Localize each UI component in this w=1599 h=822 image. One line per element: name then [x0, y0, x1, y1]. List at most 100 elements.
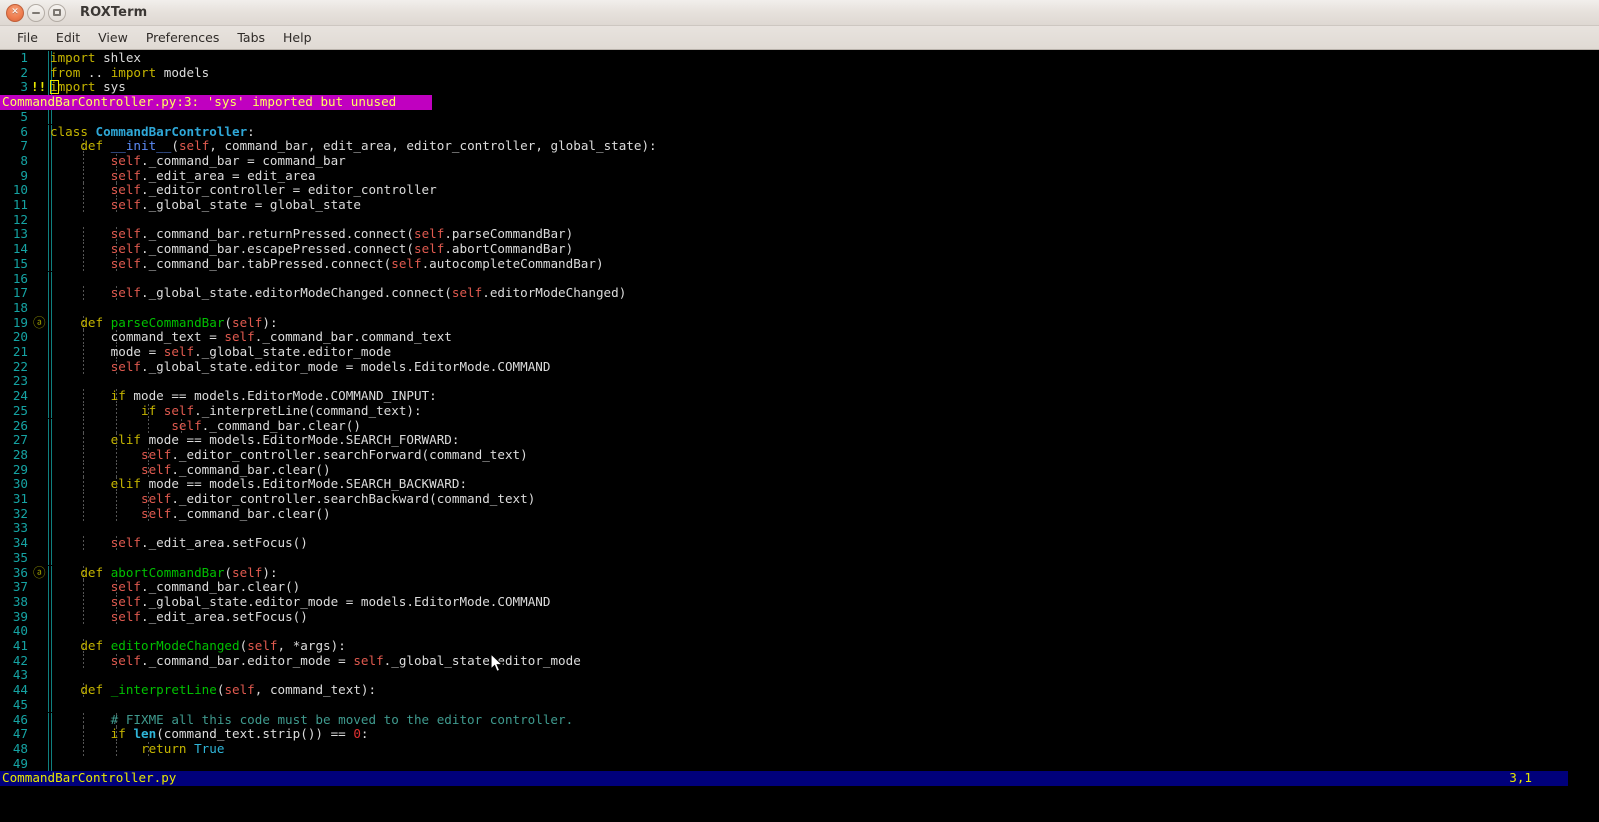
editor-line[interactable]: 26 self._command_bar.clear() [0, 417, 1568, 434]
editor-line[interactable]: 2 from .. import models [0, 65, 1568, 81]
line-text: self._edit_area.setFocus() [110, 535, 308, 551]
gutter-separator [48, 212, 52, 228]
editor-line[interactable]: 23 [0, 374, 1568, 390]
editor-line[interactable]: 33 [0, 521, 1568, 537]
line-number: 36 [12, 564, 28, 580]
editor-line[interactable]: 36 ⓐ def abortCommandBar(self): [0, 564, 1568, 581]
editor-line[interactable]: 22 self._global_state.editor_mode = mode… [0, 358, 1568, 375]
line-text: def editorModeChanged(self, *args): [80, 638, 346, 653]
editor-line[interactable]: 18 [0, 300, 1568, 316]
editor-line[interactable]: 14 self._command_bar.escapePressed.conne… [0, 241, 1568, 257]
terminal-view[interactable]: 1 import shlex 2 from .. import models 3!! im… [0, 51, 1599, 822]
line-text: self._command_bar.clear() [141, 461, 331, 477]
line-text: self._edit_area = edit_area [110, 167, 316, 183]
line-number: 11 [12, 197, 28, 212]
text-cursor [49, 80, 59, 95]
editor-line[interactable]: 6 class CommandBarController: [0, 124, 1568, 140]
line-text: def _interpretLine(self, command_text): [80, 682, 377, 698]
menu-item-tabs[interactable]: Tabs [228, 28, 274, 47]
editor-line[interactable]: 3!! import sys [0, 79, 1568, 96]
editor-line[interactable]: 13 self._command_bar.returnPressed.conne… [0, 226, 1568, 243]
editor-line[interactable]: 30 elif mode == models.EditorMode.SEARCH… [0, 476, 1568, 492]
line-number: 3 [20, 79, 28, 95]
editor-line[interactable]: 37 self._command_bar.clear() [0, 579, 1568, 595]
editor-line[interactable]: 17 self._global_state.editorModeChanged.… [0, 285, 1568, 301]
editor-line[interactable]: 39 self._edit_area.setFocus() [0, 608, 1568, 625]
line-text: self._command_bar.tabPressed.connect(sel… [110, 255, 604, 271]
editor-line[interactable]: 10 self._editor_controller = editor_cont… [0, 182, 1568, 198]
maximize-button[interactable] [48, 3, 66, 22]
diagnostic-marker: !! [31, 79, 47, 95]
line-number: 19 [12, 314, 28, 330]
editor-line[interactable]: 29 self._command_bar.clear() [0, 461, 1568, 478]
editor-line[interactable]: 42 self._command_bar.editor_mode = self.… [0, 652, 1568, 669]
editor-line[interactable]: 44 def _interpretLine(self, command_text… [0, 682, 1568, 698]
line-number: 29 [12, 461, 28, 477]
editor-line[interactable]: 27 elif mode == models.EditorMode.SEARCH… [0, 432, 1568, 448]
editor-line[interactable]: 1 import shlex [0, 51, 1568, 66]
minimize-icon [32, 11, 40, 14]
editor-line[interactable]: 9 self._edit_area = edit_area [0, 167, 1568, 184]
gutter-separator [48, 668, 52, 684]
editor-line[interactable]: 8 self._command_bar = command_bar [0, 153, 1568, 169]
editor-line[interactable]: 7 def __init__(self, command_bar, edit_a… [0, 138, 1568, 154]
line-number: 41 [12, 638, 28, 653]
editor-line[interactable]: 49 [0, 756, 1568, 772]
editor-line[interactable]: 43 [0, 668, 1568, 684]
line-number: 24 [12, 388, 28, 404]
editor-line[interactable]: 28 self._editor_controller.searchForward… [0, 447, 1568, 463]
close-button[interactable]: ✕ [6, 3, 24, 22]
line-text: if self._interpretLine(command_text): [141, 402, 422, 418]
editor-line[interactable]: 21 mode = self._global_state.editor_mode [0, 344, 1568, 360]
editor-line[interactable]: 20 command_text = self._command_bar.comm… [0, 329, 1568, 345]
editor-line[interactable]: 16 [0, 271, 1568, 287]
line-text: self._command_bar.clear() [141, 505, 331, 521]
menu-item-preferences[interactable]: Preferences [137, 28, 229, 47]
editor-line[interactable]: 38 self._global_state.editor_mode = mode… [0, 594, 1568, 610]
line-number: 10 [12, 182, 28, 198]
line-text: command_text = self._command_bar.command… [50, 329, 452, 345]
menu-item-view[interactable]: View [89, 28, 137, 47]
editor-line[interactable]: 46 # FIXME all this code must be moved t… [0, 712, 1568, 728]
editor-line[interactable]: 31 self._editor_controller.searchBackwar… [0, 491, 1568, 507]
line-text: def __init__(self, command_bar, edit_are… [80, 138, 657, 154]
editor-line[interactable]: 25 if self._interpretLine(command_text): [0, 402, 1568, 419]
editor-line[interactable]: 40 [0, 624, 1568, 639]
line-text: self._edit_area.setFocus() [110, 608, 308, 624]
line-number: 21 [12, 344, 28, 359]
fold-marker-icon[interactable]: ⓐ [33, 315, 47, 331]
editor-line[interactable]: 5 [0, 109, 1568, 125]
menu-item-help[interactable]: Help [274, 28, 321, 47]
editor-line[interactable]: 15 self._command_bar.tabPressed.connect(… [0, 255, 1568, 272]
line-text: self._command_bar.clear() [171, 417, 361, 433]
menu-item-file[interactable]: File [8, 28, 47, 47]
menu-bar: File Edit View Preferences Tabs Help [0, 26, 1599, 50]
minimize-button[interactable] [27, 3, 45, 22]
editor-line[interactable]: 47 if len(command_text.strip()) == 0: [0, 726, 1568, 742]
editor-line[interactable]: 32 self._command_bar.clear() [0, 505, 1568, 522]
editor-line[interactable]: 12 [0, 212, 1568, 228]
line-text: self._command_bar.editor_mode = self._gl… [110, 652, 581, 668]
line-text: self._global_state.editor_mode = models.… [110, 358, 551, 374]
line-text: mode = self._global_state.editor_mode [50, 344, 392, 359]
gutter-separator [48, 756, 52, 772]
editor-line[interactable]: 45 [0, 697, 1568, 713]
editor-line[interactable]: 19 ⓐ def parseCommandBar(self): [0, 314, 1568, 331]
line-number: 25 [12, 402, 28, 418]
editor-line[interactable]: 48 return True [0, 741, 1568, 757]
line-number: 7 [20, 138, 28, 154]
line-text: if mode == models.EditorMode.COMMAND_INP… [110, 388, 437, 404]
editor-line[interactable]: 35 [0, 550, 1568, 566]
line-text: self._command_bar.returnPressed.connect(… [110, 226, 574, 242]
fold-marker-icon[interactable]: ⓐ [33, 565, 47, 581]
line-text: self._command_bar.clear() [110, 579, 301, 595]
line-number: 27 [12, 432, 28, 448]
menu-item-edit[interactable]: Edit [47, 28, 89, 47]
editor-line[interactable]: 11 self._global_state = global_state [0, 197, 1568, 213]
editor-line[interactable]: 24 if mode == models.EditorMode.COMMAND_… [0, 388, 1568, 404]
editor-line[interactable]: 41 def editorModeChanged(self, *args): [0, 638, 1568, 654]
editor-line[interactable]: 34 self._edit_area.setFocus() [0, 535, 1568, 551]
window-title: ROXTerm [80, 5, 148, 20]
window-controls: ✕ [0, 3, 66, 22]
gutter-separator [48, 300, 52, 316]
